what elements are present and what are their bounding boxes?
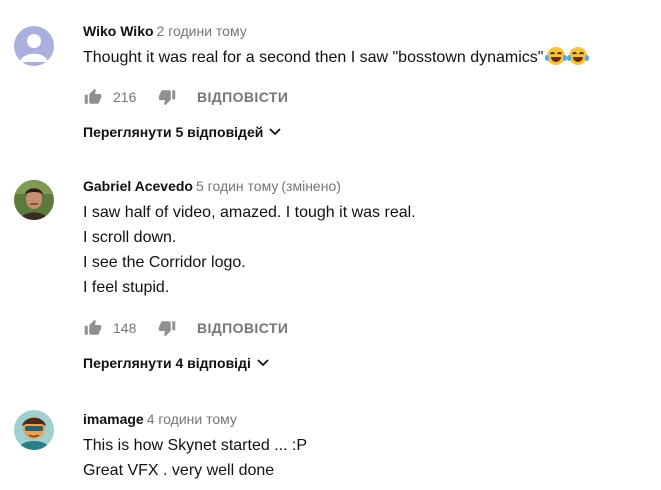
avatar[interactable] (14, 26, 54, 66)
comment-line: Thought it was real for a second then I … (83, 49, 544, 66)
avatar[interactable] (14, 410, 54, 450)
reply-button[interactable]: ВІДПОВІСТИ (197, 89, 288, 105)
comment-line: I scroll down. (83, 229, 177, 246)
like-count: 216 (113, 89, 137, 105)
comment-line: I feel stupid. (83, 279, 170, 296)
comment-line: I see the Corridor logo. (83, 254, 246, 271)
default-user-icon (14, 26, 54, 66)
timestamp[interactable]: 4 години тому (147, 411, 237, 427)
thumbs-up-icon[interactable] (83, 87, 103, 107)
timestamp[interactable]: 5 годин тому (196, 178, 278, 194)
photo-avatar-icon (14, 180, 54, 220)
comment-header: imamage 4 години тому (83, 410, 661, 428)
comment-line: I saw half of video, amazed. I tough it … (83, 204, 416, 221)
thumbs-down-icon[interactable] (157, 318, 177, 338)
cartoon-avatar-icon (14, 410, 54, 450)
edited-label: (змінено) (281, 178, 341, 194)
author-name[interactable]: Gabriel Acevedo (83, 178, 193, 194)
author-name[interactable]: imamage (83, 411, 144, 427)
comment-actions: 148 ВІДПОВІСТИ (83, 316, 288, 340)
author-name[interactable]: Wiko Wiko (83, 23, 154, 39)
comment-actions: 216 ВІДПОВІСТИ (83, 85, 288, 109)
view-replies-label: Переглянути 5 відповідей (83, 124, 264, 140)
comment-text: Thought it was real for a second then I … (83, 45, 661, 70)
view-replies-label: Переглянути 4 відповіді (83, 355, 251, 371)
comment-header: Gabriel Acevedo 5 годин тому (змінено) (83, 177, 661, 195)
view-replies-button[interactable]: Переглянути 4 відповіді (83, 353, 269, 373)
thumbs-down-icon[interactable] (157, 87, 177, 107)
comment-line: This is how Skynet started ... :P (83, 437, 308, 454)
comment-header: Wiko Wiko 2 години тому (83, 22, 661, 40)
like-count: 148 (113, 320, 137, 336)
thumbs-up-icon[interactable] (83, 318, 103, 338)
chevron-down-icon (269, 128, 281, 136)
comment-text: This is how Skynet started ... :P Great … (83, 433, 661, 483)
tears-of-joy-icon (567, 47, 590, 65)
tears-of-joy-icon (545, 47, 568, 65)
timestamp[interactable]: 2 години тому (157, 23, 247, 39)
chevron-down-icon (257, 359, 269, 367)
reply-button[interactable]: ВІДПОВІСТИ (197, 320, 288, 336)
view-replies-button[interactable]: Переглянути 5 відповідей (83, 122, 281, 142)
avatar[interactable] (14, 180, 54, 220)
comment-line: Great VFX . very well done (83, 462, 275, 479)
comment-text: I saw half of video, amazed. I tough it … (83, 200, 661, 300)
